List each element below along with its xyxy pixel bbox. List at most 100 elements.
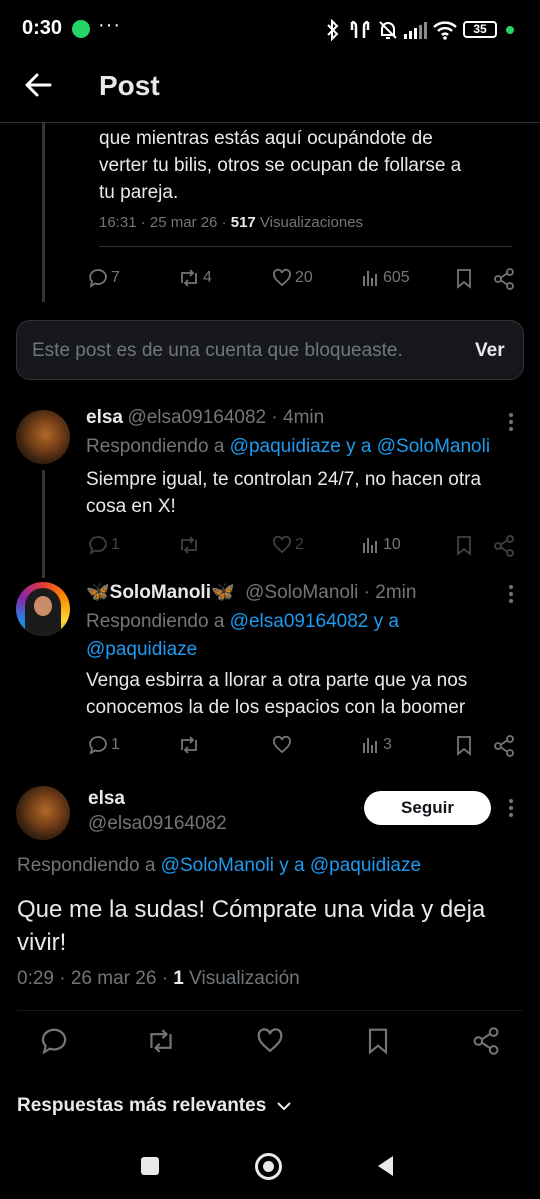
more-options-icon[interactable]	[507, 584, 515, 604]
focus-tweet-text: Que me la sudas! Cómprate una vida y dej…	[17, 893, 485, 959]
main-tweet-line: verter tu bilis, otros se ocupan de foll…	[99, 155, 462, 176]
main-tweet-timestamp: 16:31 · 25 mar 26 ·	[99, 214, 231, 231]
replying-to-handles-cont[interactable]: @paquidiaze	[86, 636, 399, 664]
replying-prefix: Respondiendo a	[86, 611, 230, 632]
like-count: 20	[295, 269, 313, 286]
earbuds-icon	[350, 20, 370, 38]
reply-line: Venga esbirra a llorar a otra parte que …	[86, 670, 468, 691]
reply-line: Siempre igual, te controlan 24/7, no hac…	[86, 469, 482, 490]
more-options-icon[interactable]	[507, 412, 515, 432]
avatar[interactable]	[16, 582, 70, 636]
main-reply-button[interactable]: 7	[88, 268, 120, 288]
back-arrow-icon[interactable]	[24, 72, 52, 98]
repost-count: 4	[203, 269, 212, 286]
author-name[interactable]: elsa	[86, 407, 123, 428]
replying-to-handles[interactable]: @elsa09164082 y a	[230, 611, 399, 632]
reply-line: cosa en X!	[86, 496, 176, 517]
nav-recents-button[interactable]	[141, 1157, 159, 1175]
avatar-face	[34, 596, 52, 616]
analytics-icon	[363, 271, 377, 286]
main-repost-button[interactable]: 4	[178, 268, 212, 288]
analytics-icon	[363, 538, 377, 553]
replying-prefix: Respondiendo a	[17, 855, 161, 876]
reply-button[interactable]: 1	[88, 535, 120, 555]
views-button[interactable]: 10	[362, 535, 401, 555]
reply-count: 1	[111, 536, 120, 553]
main-like-button[interactable]: 20	[272, 268, 313, 288]
thread-line	[42, 470, 45, 578]
bookmark-icon[interactable]	[455, 535, 473, 556]
bookmark-icon[interactable]	[455, 268, 473, 289]
reply-button[interactable]: 1	[88, 735, 120, 755]
share-icon[interactable]	[493, 735, 515, 757]
whatsapp-icon	[72, 20, 90, 38]
reply2-header: 🦋SoloManoli🦋 @SoloManoli · 2min	[86, 580, 416, 604]
author-handle: @SoloManoli · 2min	[245, 582, 417, 603]
status-time: 0:30	[22, 17, 63, 39]
avatar[interactable]	[16, 786, 70, 840]
main-tweet-line: tu pareja.	[99, 182, 179, 203]
like-button[interactable]: 2	[272, 535, 304, 555]
reply-icon	[89, 736, 107, 755]
reply2-text: Venga esbirra a llorar a otra parte que …	[86, 667, 467, 721]
bookmark-icon[interactable]	[366, 1027, 390, 1055]
main-tweet-views-label: Visualizaciones	[255, 214, 364, 231]
main-views-button[interactable]: 605	[362, 268, 410, 288]
follow-button[interactable]: Seguir	[364, 791, 491, 825]
bluetooth-icon	[327, 19, 339, 41]
focus-tweet-meta: 0:29 · 26 mar 26 · 1 Visualización	[17, 968, 300, 990]
focus-timestamp: 0:29 · 26 mar 26 ·	[17, 968, 174, 989]
avatar[interactable]	[16, 410, 70, 464]
replying-to: Respondiendo a @elsa09164082 y a @paquid…	[86, 608, 399, 664]
replying-to-handles[interactable]: @paquidiaze y a @SoloManoli	[230, 436, 490, 457]
sort-selector[interactable]: Respuestas más relevantes	[17, 1095, 292, 1117]
battery-icon: 35	[463, 21, 497, 38]
bookmark-icon[interactable]	[455, 735, 473, 756]
wifi-icon	[433, 21, 457, 40]
views-count: 3	[383, 736, 392, 753]
reply-icon	[89, 536, 107, 555]
share-icon[interactable]	[493, 535, 515, 557]
views-button[interactable]: 3	[362, 735, 392, 755]
repost-button[interactable]	[178, 535, 200, 555]
page-title: Post	[99, 70, 160, 101]
home-dot	[263, 1161, 274, 1172]
focus-views-count: 1	[173, 968, 184, 989]
signal-icon	[404, 22, 427, 39]
view-blocked-button[interactable]: Ver	[475, 340, 505, 362]
sort-label: Respuestas más relevantes	[17, 1095, 267, 1116]
focus-views-label: Visualización	[183, 968, 300, 989]
repost-icon	[181, 269, 197, 287]
repost-icon[interactable]	[146, 1027, 176, 1055]
heart-icon[interactable]	[256, 1027, 284, 1055]
heart-icon	[273, 735, 291, 754]
nav-back-button[interactable]	[375, 1154, 395, 1178]
like-count: 2	[295, 536, 304, 553]
views-count: 10	[383, 536, 401, 553]
views-count: 605	[383, 269, 410, 286]
repost-icon	[181, 736, 197, 754]
meta-divider	[17, 1010, 523, 1011]
reply-icon[interactable]	[40, 1027, 68, 1055]
main-tweet-text: que mientras estás aquí ocupándote de ve…	[99, 125, 461, 206]
reply1-header: elsa @elsa09164082 · 4min	[86, 407, 324, 429]
meta-divider	[99, 246, 512, 247]
main-tweet-line: que mientras estás aquí ocupándote de	[99, 128, 433, 149]
author-name[interactable]: 🦋SoloManoli🦋	[86, 582, 235, 603]
replying-to: Respondiendo a @SoloManoli y a @paquidia…	[17, 855, 421, 877]
focus-line: Que me la sudas! Cómprate una vida y dej…	[17, 896, 486, 923]
share-icon[interactable]	[472, 1027, 500, 1055]
nav-home-button[interactable]	[255, 1153, 282, 1180]
author-name[interactable]: elsa	[88, 788, 125, 810]
focus-line: vivir!	[17, 929, 67, 956]
chevron-down-icon	[277, 1102, 291, 1111]
like-button[interactable]	[272, 735, 292, 755]
heart-icon	[273, 535, 291, 554]
share-icon[interactable]	[493, 268, 515, 290]
repost-button[interactable]	[178, 735, 200, 755]
header-divider	[0, 122, 540, 123]
more-options-icon[interactable]	[507, 798, 515, 818]
replying-to-handles[interactable]: @SoloManoli y a @paquidiaze	[161, 855, 421, 876]
repost-icon	[181, 536, 197, 554]
main-tweet-views-count: 517	[230, 214, 256, 231]
